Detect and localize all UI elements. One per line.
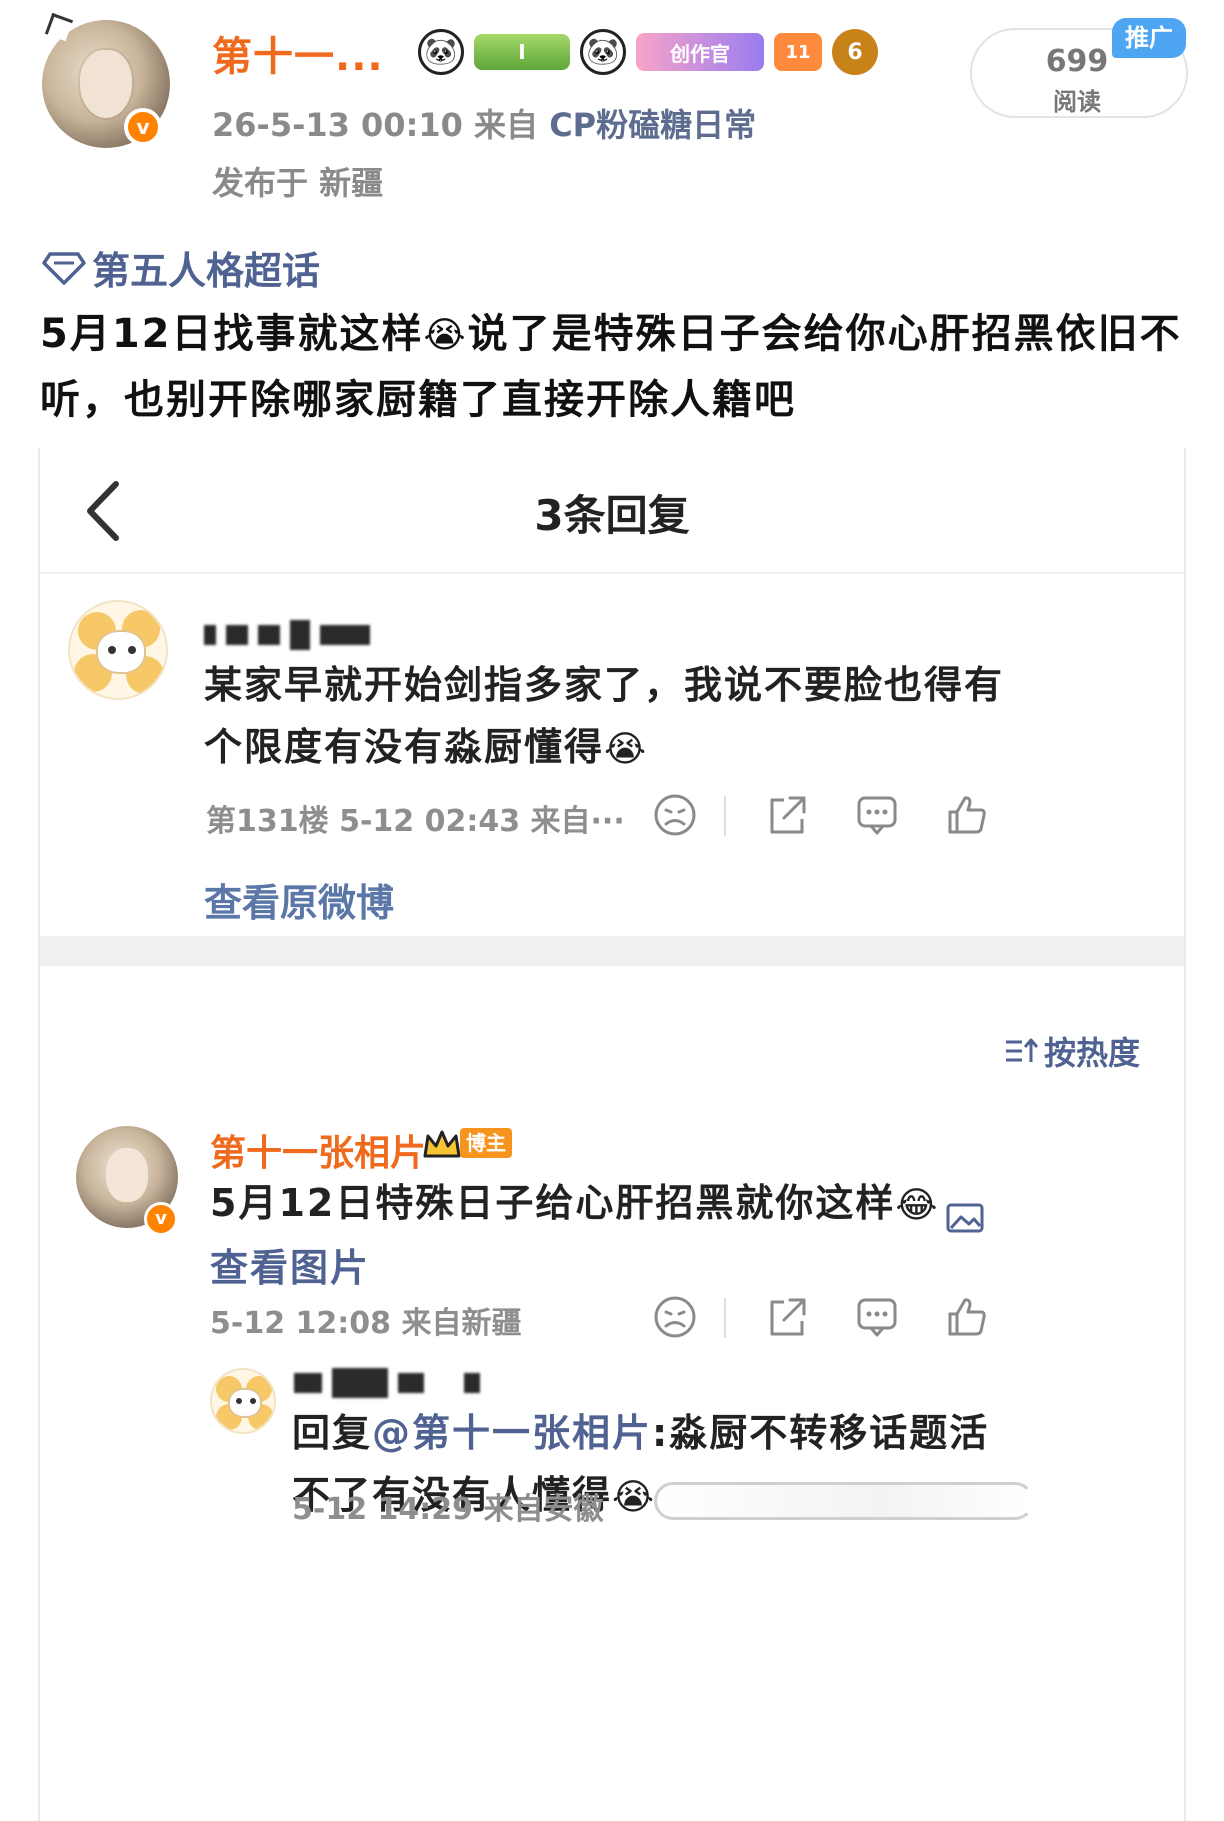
view-image-link[interactable]: 查看图片 <box>210 1246 370 1290</box>
promo-tag[interactable]: 推广 <box>1112 18 1186 58</box>
blurred-username <box>204 620 370 650</box>
thumbs-up-icon[interactable] <box>944 1294 990 1340</box>
view-original-link[interactable]: 查看原微博 <box>204 872 394 927</box>
post-meta: 26-5-13 00:10 来自 CP粉磕糖日常 <box>212 100 756 146</box>
post-source-link[interactable]: CP粉磕糖日常 <box>549 106 756 144</box>
share-icon[interactable] <box>764 792 810 838</box>
from-label: 来自 <box>474 106 539 144</box>
loading-bar <box>654 1482 1034 1520</box>
divider <box>724 1298 726 1338</box>
divider <box>724 796 726 836</box>
blurred-username <box>294 1368 480 1398</box>
sort-label: 按热度 <box>1043 1034 1140 1072</box>
topic-link[interactable]: 第五人格超话 <box>42 240 320 295</box>
post-time: 26-5-13 00:10 <box>212 106 463 144</box>
blogger-comment-text: 5月12日特殊日子给心肝招黑就你这样😂 查看图片 <box>210 1172 1010 1299</box>
comment-meta: 第131楼 5-12 02:43 来自··· <box>206 804 625 839</box>
comment-icon[interactable] <box>854 792 900 838</box>
panda-badge-icon[interactable]: 🐼 <box>418 29 464 75</box>
reads-label: 阅读 <box>1053 88 1101 116</box>
reply-meta: 5-12 14:29 来自安徽 <box>292 1492 604 1527</box>
comment-text: 某家早就开始剑指多家了，我说不要脸也得有个限度有没有淼厨懂得😭 <box>204 654 1004 781</box>
comment-icon[interactable] <box>854 1294 900 1340</box>
coin-badge-icon[interactable]: 6 <box>832 29 878 75</box>
share-icon[interactable] <box>764 1294 810 1340</box>
diamond-icon <box>42 251 86 285</box>
avatar-face <box>80 50 132 118</box>
laughing-emoji-icon: 😂 <box>895 1184 940 1226</box>
embedded-screenshot[interactable]: 3条回复 某家早就开始剑指多家了，我说不要脸也得有个限度有没有淼厨懂得😭 第13… <box>38 448 1186 1821</box>
creator-badge-label: 创作官 <box>670 41 730 66</box>
crying-emoji-icon: 😭 <box>604 728 649 770</box>
sad-face-icon[interactable] <box>652 792 698 838</box>
post-text-part1: 5月12日找事就这样 <box>40 311 424 357</box>
image-icon <box>945 1190 985 1232</box>
commenter-avatar[interactable] <box>68 600 168 700</box>
post-text: 5月12日找事就这样😭说了是特殊日子会给你心肝招黑依旧不听，也别开除哪家厨籍了直… <box>40 302 1190 432</box>
blogger-tag: 博主 <box>460 1128 512 1158</box>
replies-nav-bar: 3条回复 <box>40 448 1184 574</box>
creator-badge[interactable]: 创作官 <box>636 33 764 71</box>
replies-title: 3条回复 <box>534 491 690 540</box>
mention-link[interactable]: @第十一张相片 <box>372 1411 652 1455</box>
section-divider <box>40 936 1184 966</box>
author-name[interactable]: 第十一... <box>212 24 384 82</box>
level-badge-icon[interactable]: 11 <box>774 33 822 71</box>
bamboo-badge-icon[interactable]: I <box>474 34 570 70</box>
comment2-text: 5月12日特殊日子给心肝招黑就你这样 <box>210 1181 896 1225</box>
verified-icon: v <box>144 1202 178 1236</box>
sort-by-hot-button[interactable]: 按热度 <box>1004 1028 1140 1074</box>
verified-icon: v <box>124 108 162 146</box>
post-header: v 第十一... 🐼 I 🐼 创作官 11 6 26-5-13 00:10 来自… <box>0 0 1224 220</box>
crying-emoji-icon: 😭 <box>612 1476 657 1518</box>
sort-icon <box>1005 1038 1038 1062</box>
cat-ear-decoration <box>44 12 74 42</box>
topic-label: 第五人格超话 <box>92 249 321 293</box>
reply-avatar[interactable] <box>210 1368 276 1434</box>
thumbs-up-icon[interactable] <box>944 792 990 838</box>
blogger-name[interactable]: 第十一张相片 <box>210 1124 426 1176</box>
blogger-comment-meta: 5-12 12:08 来自新疆 <box>210 1306 522 1341</box>
reply-prefix: 回复 <box>292 1411 373 1455</box>
crown-icon <box>423 1130 461 1158</box>
avatar-face <box>106 1148 148 1202</box>
post-location: 发布于 新疆 <box>212 164 384 202</box>
crying-laugh-emoji-icon: 😭 <box>423 315 468 356</box>
panda-face-badge-icon[interactable]: 🐼 <box>580 29 626 75</box>
sad-face-icon[interactable] <box>652 1294 698 1340</box>
author-badges: 🐼 I 🐼 创作官 11 6 <box>418 24 878 80</box>
